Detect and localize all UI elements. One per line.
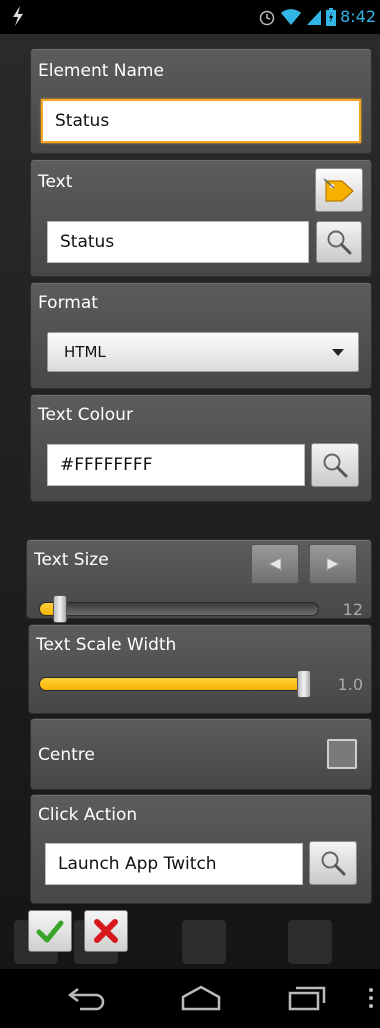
arrow-right-icon [326, 557, 341, 571]
text-input[interactable]: Status [47, 221, 309, 263]
text-size-slider-thumb[interactable] [53, 595, 67, 623]
red-x-icon [94, 919, 118, 943]
checkmark-icon [36, 920, 64, 943]
chevron-down-icon [332, 349, 344, 356]
centre-panel: Centre [30, 718, 372, 790]
recent-apps-icon[interactable] [286, 983, 328, 1013]
text-size-label: Text Size [34, 550, 109, 570]
format-select[interactable]: HTML [47, 332, 359, 372]
back-icon[interactable] [66, 983, 108, 1013]
format-selected-value: HTML [64, 343, 106, 361]
tag-button[interactable] [315, 168, 363, 212]
element-name-input[interactable]: Status [41, 99, 361, 143]
text-scale-width-label: Text Scale Width [36, 635, 177, 655]
centre-checkbox[interactable] [327, 739, 357, 769]
text-scale-width-value: 1.0 [337, 675, 363, 694]
clock: 8:42 [340, 7, 376, 26]
click-action-panel: Click Action Launch App Twitch [30, 794, 372, 904]
menu-icon[interactable] [368, 987, 374, 1009]
text-lookup-button[interactable] [316, 221, 362, 263]
tag-icon [323, 178, 354, 202]
text-label: Text [38, 172, 73, 192]
wifi-icon [281, 8, 302, 25]
click-action-lookup-button[interactable] [309, 841, 357, 885]
text-panel: Text Status [30, 159, 372, 277]
element-editor-dialog: Element Name Status Text Status Format H… [26, 44, 372, 964]
text-size-decrease-button[interactable] [251, 544, 299, 584]
click-action-label: Click Action [38, 805, 138, 825]
text-colour-label: Text Colour [38, 405, 133, 425]
format-panel: Format HTML [30, 282, 372, 389]
magnifier-icon [321, 851, 346, 876]
text-colour-panel: Text Colour #FFFFFFFF [30, 394, 372, 502]
text-colour-lookup-button[interactable] [311, 443, 359, 487]
signal-icon [307, 9, 322, 25]
usb-debug-icon [13, 6, 23, 26]
click-action-input[interactable]: Launch App Twitch [45, 843, 303, 885]
text-size-increase-button[interactable] [309, 544, 357, 584]
cancel-button[interactable] [84, 910, 128, 952]
text-size-value: 12 [342, 600, 363, 619]
text-colour-input[interactable]: #FFFFFFFF [47, 444, 305, 486]
home-icon[interactable] [180, 983, 222, 1013]
navigation-bar [0, 969, 380, 1028]
text-scale-width-slider-thumb[interactable] [297, 670, 311, 698]
text-scale-width-slider[interactable] [39, 677, 311, 691]
text-scale-width-panel: Text Scale Width 1.0 [28, 624, 372, 714]
magnifier-icon [327, 230, 352, 255]
ok-button[interactable] [28, 910, 72, 952]
text-size-slider[interactable] [39, 602, 319, 616]
magnifier-icon [323, 453, 348, 478]
text-scale-width-slider-fill [40, 678, 310, 690]
arrow-left-icon [267, 557, 282, 571]
battery-icon [326, 7, 337, 26]
centre-label: Centre [38, 745, 95, 765]
format-label: Format [38, 293, 98, 313]
element-name-label: Element Name [38, 61, 164, 81]
status-bar: 8:42 [0, 0, 380, 34]
text-size-panel: Text Size 12 [26, 539, 372, 623]
alarm-icon [259, 10, 275, 25]
element-name-panel: Element Name Status [30, 48, 372, 154]
